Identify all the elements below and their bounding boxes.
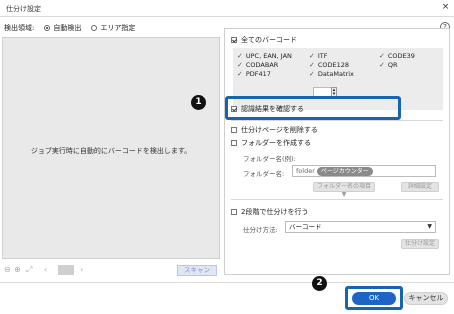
barcode-item[interactable]: ✓ UPC, EAN, JAN	[237, 52, 292, 60]
delete-page-row[interactable]: 仕分けページを削除する	[231, 125, 318, 135]
detection-area-label: 検出領域:	[4, 24, 35, 32]
barcode-item[interactable]: ✓ CODE39	[379, 52, 415, 60]
barcode-label: CODE128	[317, 61, 350, 69]
sort-method-label: 仕分け方法:	[243, 226, 278, 234]
check-icon: ✓	[379, 61, 385, 69]
two-step-row[interactable]: 2段階で仕分けを行う	[231, 207, 308, 217]
zoom-in-icon[interactable]: ⊕	[14, 265, 21, 274]
scan-button[interactable]: スキャン	[177, 265, 217, 276]
radio-unselected-icon	[91, 25, 98, 31]
preview-area: ジョブ実行時に自動的にバーコードを検出します。	[2, 37, 220, 259]
folder-name-input[interactable]: folder ページカウンター	[292, 165, 436, 177]
create-folder-row[interactable]: フォルダーを作成する	[231, 138, 311, 148]
ok-button[interactable]: OK	[352, 292, 396, 305]
radio-area-specify-label: エリア指定	[100, 24, 136, 32]
title-bar: 仕分け設定 ×	[0, 0, 454, 17]
cancel-button[interactable]: キャンセル	[404, 292, 448, 305]
barcode-item[interactable]: ✓ PDF417	[237, 70, 271, 78]
close-icon[interactable]: ×	[441, 3, 450, 12]
barcode-label: CODABAR	[245, 61, 279, 69]
check-icon: ✓	[309, 52, 315, 60]
all-barcodes-checkbox[interactable]	[231, 37, 237, 43]
check-icon: ✓	[309, 70, 315, 78]
delete-page-label: 仕分けページを削除する	[241, 126, 318, 134]
divider	[231, 199, 443, 200]
next-page-icon[interactable]: ›	[80, 265, 83, 274]
prev-page-icon[interactable]: ‹	[44, 265, 47, 274]
barcode-item[interactable]: ✓ DataMatrix	[309, 70, 354, 78]
sort-settings-button[interactable]: 仕分け設定	[401, 239, 439, 249]
window-title: 仕分け設定	[6, 5, 41, 13]
callout-highlight-confirm	[225, 96, 401, 120]
two-step-label: 2段階で仕分けを行う	[241, 208, 309, 216]
folder-name-item-button[interactable]: フォルダー名の項目 ▼	[313, 182, 375, 198]
check-icon: ✓	[379, 52, 385, 60]
folder-name-value: folder	[296, 167, 315, 175]
barcode-item[interactable]: ✓ QR	[379, 61, 398, 69]
barcode-label: PDF417	[245, 70, 271, 78]
radio-auto-detect[interactable]: 自動検出	[44, 23, 81, 33]
zoom-out-icon[interactable]: ⊖	[4, 265, 11, 274]
all-barcodes-label: 全てのバーコード	[241, 36, 297, 44]
check-icon: ✓	[237, 70, 243, 78]
callout-badge-1: 1	[191, 95, 206, 110]
sort-method-value: バーコード	[289, 223, 322, 231]
sort-method-select[interactable]: バーコード ▼	[285, 221, 436, 233]
detail-settings-button[interactable]: 詳細設定	[401, 182, 439, 192]
chevron-down-icon: ▼	[427, 223, 432, 230]
check-icon: ✓	[237, 52, 243, 60]
folder-name-label: フォルダー名:	[243, 170, 285, 178]
barcode-item[interactable]: ✓ CODE128	[309, 61, 349, 69]
barcode-label: CODE39	[387, 52, 415, 60]
check-icon: ✓	[309, 61, 315, 69]
radio-selected-icon	[44, 25, 51, 31]
check-icon: ✓	[237, 61, 243, 69]
divider	[231, 120, 443, 121]
preview-message: ジョブ実行時に自動的にバーコードを検出します。	[30, 147, 192, 155]
page-thumbnail[interactable]	[58, 265, 74, 275]
barcode-label: QR	[387, 61, 398, 69]
barcode-item[interactable]: ✓ CODABAR	[237, 61, 278, 69]
radio-area-specify[interactable]: エリア指定	[91, 23, 135, 33]
create-folder-checkbox[interactable]	[231, 140, 237, 146]
sort-settings-dialog: 仕分け設定 × 検出領域: 自動検出 エリア指定 ? ジョブ実行時に自動的にバー…	[0, 0, 454, 314]
barcode-label: UPC, EAN, JAN	[245, 52, 292, 60]
settings-panel: 全てのバーコード ✓ UPC, EAN, JAN ✓ CODABAR ✓ PDF417…	[224, 28, 450, 275]
barcode-label: DataMatrix	[317, 70, 354, 78]
page-counter-token[interactable]: ページカウンター	[316, 167, 373, 176]
barcode-label: ITF	[317, 52, 328, 60]
radio-auto-detect-label: 自動検出	[53, 24, 82, 32]
callout-badge-2: 2	[312, 276, 327, 291]
preview-toolbar: ⊖ ⊕ ⤢ ‹ › スキャン	[2, 262, 220, 278]
folder-name-example-label: フォルダー名(例):	[243, 155, 296, 163]
two-step-checkbox[interactable]	[231, 209, 237, 215]
create-folder-label: フォルダーを作成する	[241, 139, 311, 147]
fit-icon[interactable]: ⤢	[26, 265, 32, 275]
delete-page-checkbox[interactable]	[231, 127, 237, 133]
barcode-item[interactable]: ✓ ITF	[309, 52, 328, 60]
detection-area-row: 検出領域: 自動検出 エリア指定	[4, 22, 135, 34]
all-barcodes-row[interactable]: 全てのバーコード	[231, 35, 297, 45]
